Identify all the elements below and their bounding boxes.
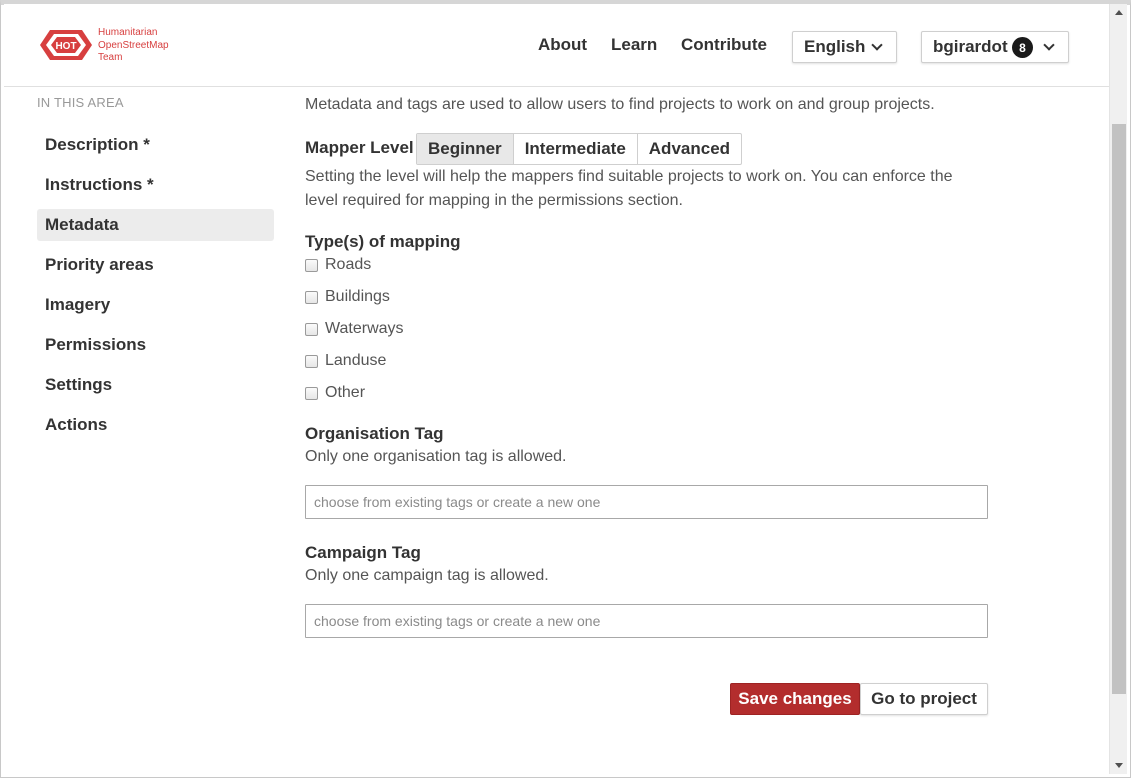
campaign-tag-label: Campaign Tag (305, 543, 421, 562)
vertical-scrollbar[interactable] (1109, 4, 1127, 774)
go-to-project-button[interactable]: Go to project (860, 683, 988, 715)
logo-line-1: Humanitarian (98, 27, 158, 38)
mapper-level-selector: Beginner Intermediate Advanced (416, 133, 743, 165)
mapping-types-label: Type(s) of mapping (305, 232, 461, 251)
checkbox[interactable] (305, 386, 318, 400)
checkbox-label: Buildings (325, 288, 390, 305)
nav-about[interactable]: About (538, 35, 587, 55)
chevron-down-icon (1043, 39, 1055, 51)
mapper-level-advanced[interactable]: Advanced (638, 134, 741, 164)
campaign-tag-input[interactable] (305, 604, 988, 638)
user-menu-dropdown[interactable]: bgirardot 8 (921, 31, 1069, 63)
sidebar-item-permissions[interactable]: Permissions (37, 329, 274, 361)
notification-badge: 8 (1012, 37, 1033, 58)
sidebar-item-priority-areas[interactable]: Priority areas (37, 249, 274, 281)
logo-line-3: Team (98, 52, 123, 63)
sidebar-item-actions[interactable]: Actions (37, 409, 274, 441)
sidebar-heading: IN THIS AREA (37, 95, 124, 110)
organisation-tag-help: Only one organisation tag is allowed. (305, 448, 567, 465)
hot-logo-icon: HOT (40, 30, 92, 60)
username: bgirardot (933, 37, 1008, 56)
mapper-level-beginner[interactable]: Beginner (417, 134, 514, 164)
top-header: HOT Humanitarian OpenStreetMap Team Abou… (4, 4, 1109, 87)
mapper-level-help: Setting the level will help the mappers … (305, 165, 953, 213)
metadata-intro: Metadata and tags are used to allow user… (305, 96, 935, 113)
checkbox-label: Landuse (325, 352, 387, 369)
mapper-level-intermediate[interactable]: Intermediate (514, 134, 638, 164)
nav-contribute[interactable]: Contribute (681, 35, 767, 55)
checkbox-label: Waterways (325, 320, 404, 337)
scroll-up-arrow-icon[interactable] (1115, 10, 1123, 15)
nav-learn[interactable]: Learn (611, 35, 657, 55)
save-changes-button[interactable]: Save changes (730, 683, 860, 715)
language-label: English (804, 37, 866, 56)
logo-line-2: OpenStreetMap (98, 39, 169, 51)
sidebar-item-imagery[interactable]: Imagery (37, 289, 274, 321)
organisation-tag-label: Organisation Tag (305, 424, 444, 443)
mapping-type-buildings[interactable]: Buildings (305, 287, 390, 307)
mapping-type-landuse[interactable]: Landuse (305, 351, 386, 371)
campaign-tag-help: Only one campaign tag is allowed. (305, 567, 549, 584)
scrollbar-thumb[interactable] (1112, 124, 1126, 694)
organisation-tag-input[interactable] (305, 485, 988, 519)
sidebar-item-description[interactable]: Description * (37, 129, 274, 161)
logo-badge-text: HOT (55, 41, 76, 52)
checkbox-label: Roads (325, 256, 372, 273)
sidebar-item-settings[interactable]: Settings (37, 369, 274, 401)
checkbox[interactable] (305, 354, 318, 368)
mapper-level-help-line-1: Setting the level will help the mappers … (305, 168, 953, 185)
checkbox-label: Other (325, 384, 366, 401)
checkbox[interactable] (305, 290, 318, 304)
checkbox[interactable] (305, 322, 318, 336)
mapping-type-roads[interactable]: Roads (305, 255, 371, 275)
mapping-type-waterways[interactable]: Waterways (305, 319, 404, 339)
language-dropdown[interactable]: English (792, 31, 897, 63)
mapper-level-help-line-2: level required for mapping in the permis… (305, 192, 683, 209)
mapper-level-label: Mapper Level (305, 138, 414, 157)
scroll-down-arrow-icon[interactable] (1115, 763, 1123, 768)
sidebar-item-metadata[interactable]: Metadata (37, 209, 274, 241)
logo-text: Humanitarian OpenStreetMap Team (98, 27, 169, 65)
checkbox[interactable] (305, 258, 318, 272)
mapping-type-other[interactable]: Other (305, 383, 365, 403)
sidebar-item-instructions[interactable]: Instructions * (37, 169, 274, 201)
hot-logo[interactable]: HOT Humanitarian OpenStreetMap Team (36, 24, 186, 66)
chevron-down-icon (871, 39, 883, 51)
